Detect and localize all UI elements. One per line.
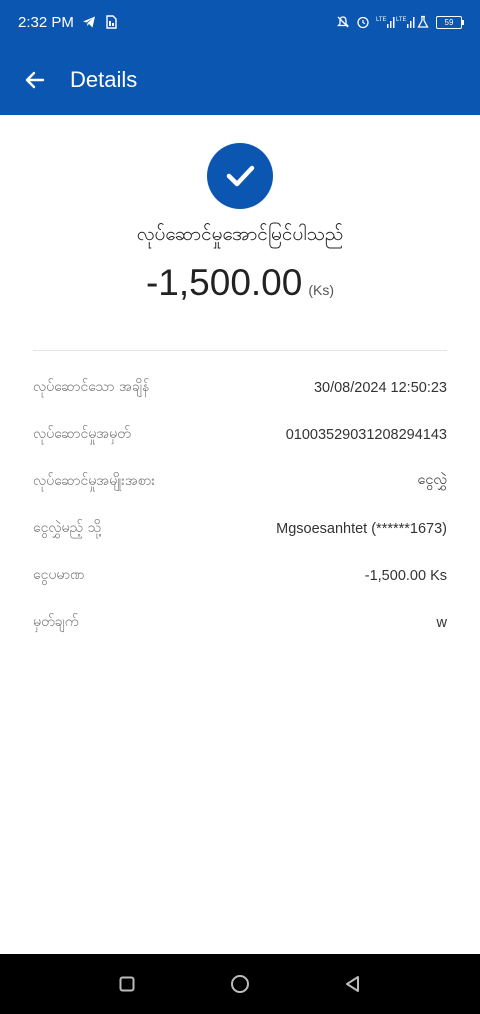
amount-value: -1,500.00 (145, 262, 303, 303)
detail-label: လုပ်ဆောင်မှုအမျိုးအစား (33, 473, 155, 489)
detail-row-note: မှတ်ချက် w (33, 599, 447, 646)
mute-icon (336, 15, 350, 29)
detail-label: လုပ်ဆောင်မှုအမှတ် (33, 426, 131, 442)
square-icon (119, 976, 135, 992)
success-check-icon (207, 143, 273, 209)
battery-icon: 59 (436, 15, 464, 29)
arrow-left-icon (25, 71, 45, 88)
detail-value: Mgsoesanhtet (******1673) (276, 520, 447, 537)
details-list: လုပ်ဆောင်သော အချိန် 30/08/2024 12:50:23 … (33, 364, 447, 646)
detail-row-amount: ငွေပမာဏ -1,500.00 Ks (33, 552, 447, 599)
sim-icon (104, 15, 118, 29)
system-nav-bar (0, 954, 480, 1014)
app-bar: Details (0, 44, 480, 115)
detail-value: ငွေလွှဲ (417, 472, 447, 488)
detail-label: လုပ်ဆောင်သော အချိန် (33, 379, 150, 395)
detail-row-transaction-id: လုပ်ဆောင်မှုအမှတ် 01003529031208294143 (33, 411, 447, 458)
back-nav-button[interactable] (333, 964, 373, 1004)
lte-signal-icon: LTE (396, 15, 415, 29)
circle-icon (230, 975, 249, 993)
detail-label: ငွေပမာဏ (33, 567, 85, 583)
home-button[interactable] (220, 964, 260, 1004)
recents-button[interactable] (107, 964, 147, 1004)
divider (33, 350, 447, 351)
detail-row-type: လုပ်ဆောင်မှုအမျိုးအစား ငွေလွှဲ (33, 458, 447, 505)
detail-label: ငွေလွှဲမည့် သို့ (33, 520, 102, 536)
detail-value: w (436, 614, 447, 631)
alarm-icon (356, 15, 370, 29)
svg-text:LTE: LTE (396, 17, 407, 23)
detail-value: 30/08/2024 12:50:23 (313, 379, 447, 396)
amount-display: -1,500.00 (Ks) (0, 262, 480, 304)
detail-label: မှတ်ချက် (33, 614, 79, 630)
detail-value: 01003529031208294143 (285, 426, 447, 443)
page-title: Details (70, 66, 138, 92)
lte-signal-icon: LTE (376, 15, 395, 29)
status-time: 2:32 PM (18, 13, 74, 31)
detail-row-time: လုပ်ဆောင်သော အချိန် 30/08/2024 12:50:23 (33, 364, 447, 411)
telegram-icon (82, 15, 96, 29)
amount-unit: (Ks) (308, 282, 335, 298)
lab-icon (416, 15, 430, 29)
triangle-back-icon (346, 976, 360, 992)
detail-value: -1,500.00 Ks (364, 567, 447, 584)
status-bar: 2:32 PM LTE LTE 59 (0, 0, 480, 44)
detail-row-recipient: ငွေလွှဲမည့် သို့ Mgsoesanhtet (******167… (33, 505, 447, 552)
back-button[interactable] (20, 65, 50, 95)
svg-text:LTE: LTE (376, 17, 387, 23)
transaction-status-text: လုပ်ဆောင်မှုအောင်မြင်ပါသည် (136, 223, 344, 245)
